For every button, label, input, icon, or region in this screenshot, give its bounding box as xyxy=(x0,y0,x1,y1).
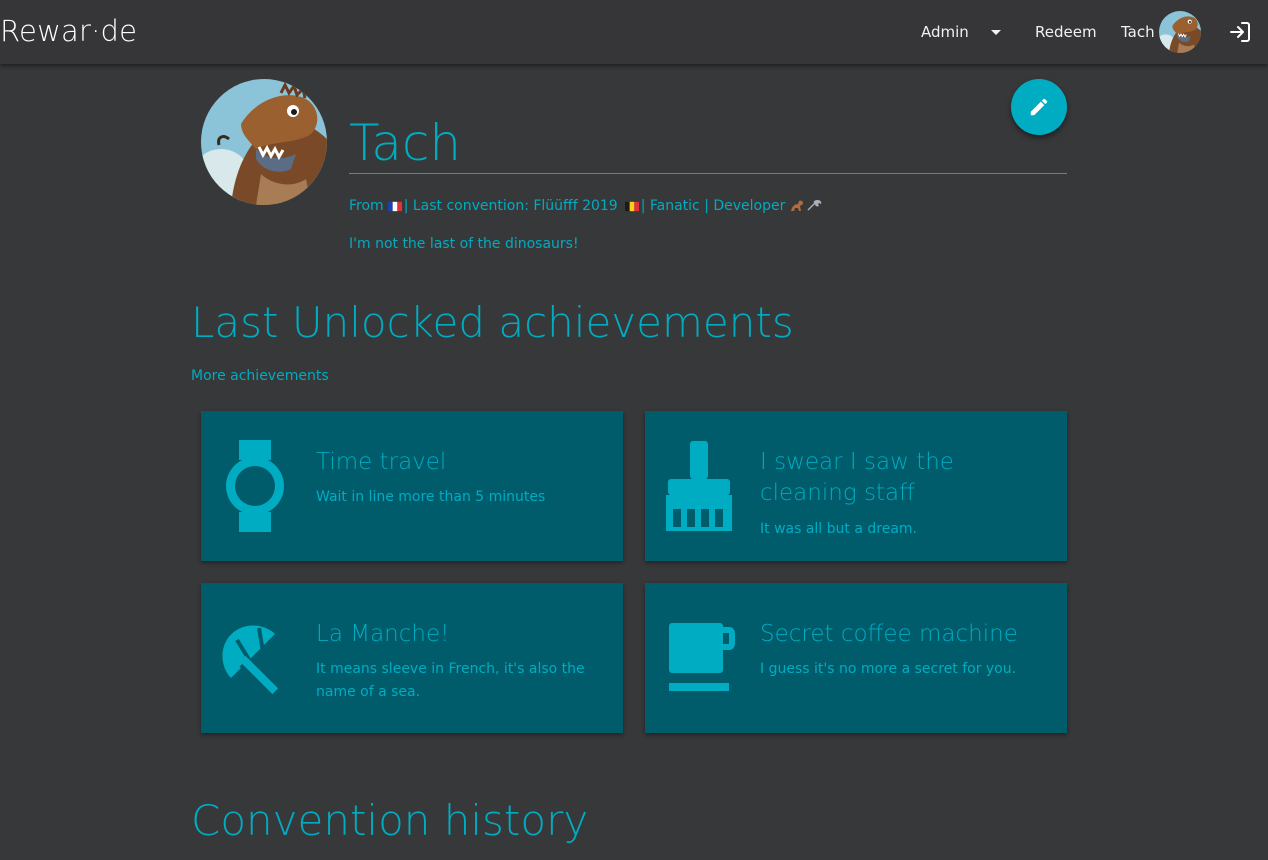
achievement-description: I guess it's no more a secret for you. xyxy=(760,661,1017,677)
pencil-icon xyxy=(1030,98,1048,116)
achievement-title: La Manche! xyxy=(316,621,450,647)
broom-icon-svg xyxy=(666,441,732,531)
achievement-card[interactable]: La Manche! It means sleeve in French, it… xyxy=(201,583,623,733)
wrench-icon xyxy=(807,200,822,211)
profile-tagline: From | Last convention: Flüüfff 2019 | F… xyxy=(349,198,823,214)
belgium-flag-icon xyxy=(624,201,639,211)
profile-bio: I'm not the last of the dinosaurs! xyxy=(349,236,579,252)
logout-icon[interactable] xyxy=(1228,20,1252,44)
achievement-description: Wait in line more than 5 minutes xyxy=(316,489,546,505)
achievement-title: I swear I saw the cleaning staff xyxy=(760,449,954,506)
achievement-title: Time travel xyxy=(316,449,447,475)
achievement-card[interactable]: I swear I saw the cleaning staff It was … xyxy=(645,411,1067,561)
edit-profile-button[interactable] xyxy=(1011,79,1067,135)
achievement-description: It means sleeve in French, it's also the… xyxy=(316,661,585,700)
brand-logo[interactable]: Rewar·de xyxy=(0,14,137,48)
admin-menu-button[interactable]: Admin xyxy=(921,23,1001,41)
caret-down-icon xyxy=(990,29,1001,35)
coffee-cup-icon-svg xyxy=(669,623,735,691)
broom-icon xyxy=(653,436,745,536)
achievement-title: Secret coffee machine xyxy=(760,621,1018,647)
profile-name-heading: Tach xyxy=(349,112,1067,174)
dinosaur-icon xyxy=(791,200,804,211)
france-flag-icon xyxy=(387,201,402,211)
redeem-link[interactable]: Redeem xyxy=(1035,23,1097,41)
user-name-label: Tach xyxy=(1121,23,1155,41)
user-avatar xyxy=(1158,11,1201,53)
coffee-cup-icon xyxy=(653,608,745,708)
user-profile-link[interactable]: Tach xyxy=(1121,11,1201,53)
achievements-heading: Last Unlocked achievements xyxy=(191,298,794,347)
tagline-from: From xyxy=(349,198,384,214)
beach-umbrella-icon-svg xyxy=(222,625,279,694)
tagline-roles: | Fanatic | Developer xyxy=(640,198,786,214)
more-achievements-link[interactable]: More achievements xyxy=(191,368,329,384)
tagline-convention: | Last convention: Flüüfff 2019 xyxy=(403,198,618,214)
profile-avatar xyxy=(201,79,327,205)
watch-icon xyxy=(209,436,301,536)
watch-icon-svg xyxy=(226,440,284,532)
beach-umbrella-icon xyxy=(209,608,301,708)
achievement-description: It was all but a dream. xyxy=(760,521,917,537)
admin-menu-label: Admin xyxy=(921,23,969,41)
convention-history-heading: Convention history xyxy=(191,796,589,845)
achievement-card[interactable]: Secret coffee machine I guess it's no mo… xyxy=(645,583,1067,733)
top-navbar: Rewar·de Admin Redeem Tach xyxy=(0,0,1268,64)
achievement-card[interactable]: Time travel Wait in line more than 5 min… xyxy=(201,411,623,561)
